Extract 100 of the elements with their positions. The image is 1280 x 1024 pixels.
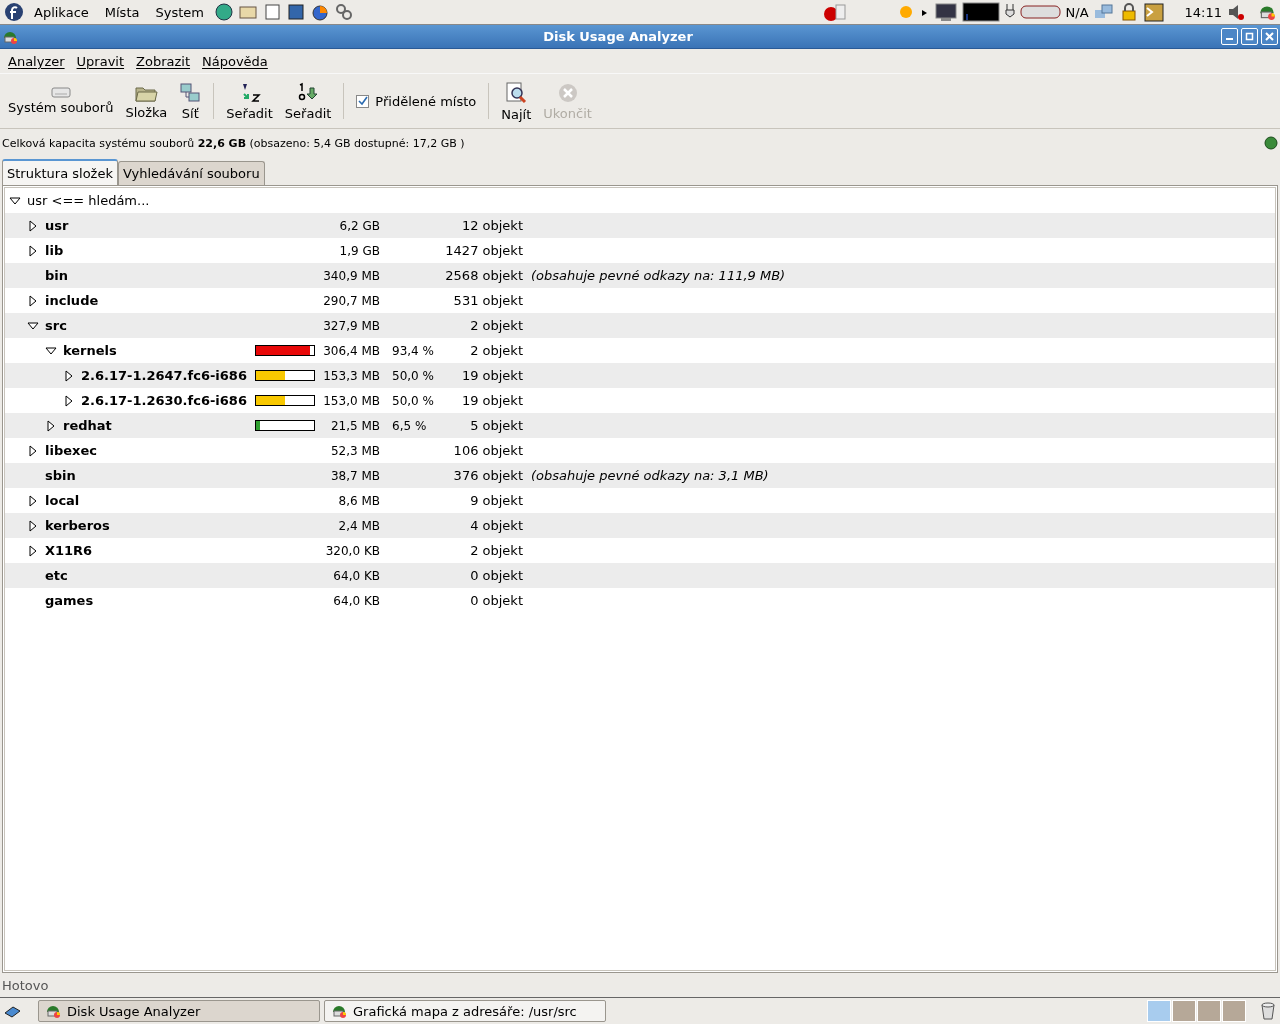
expander-icon[interactable] [63, 369, 75, 382]
expander-icon[interactable] [27, 444, 39, 457]
object-count: 376 objekt [452, 468, 523, 483]
hard-link-note: (obsahuje pevné odkazy na: 111,9 MB) [530, 268, 786, 283]
menu-item[interactable]: Zobrazit [130, 53, 197, 69]
drive-icon [50, 87, 71, 98]
disk-chart-icon [1258, 3, 1276, 21]
menu-item[interactable]: Upravit [70, 53, 131, 69]
speaker-icon [1226, 2, 1246, 22]
folder-name[interactable]: include [45, 293, 99, 308]
expander-icon[interactable] [27, 494, 39, 507]
menu-item[interactable]: Analyzer [2, 53, 71, 69]
expander-icon[interactable] [27, 244, 39, 257]
object-count: 2568 objekt [444, 268, 523, 283]
folder-percent: 50,0 % [392, 368, 434, 383]
folder-size: 38,7 MB [329, 468, 380, 483]
battery-reading: N/A [1065, 4, 1089, 20]
menu-item[interactable]: Nápověda [196, 53, 274, 69]
chart-icon [309, 2, 330, 22]
folder-size: 64,0 KB [332, 593, 380, 608]
folder-name[interactable]: libexec [45, 443, 97, 458]
panel-menu[interactable]: System [149, 4, 210, 20]
folder-size: 153,0 MB [322, 393, 380, 408]
status-text: Hotovo [2, 977, 49, 993]
folder-size: 153,3 MB [322, 368, 380, 383]
folder-name[interactable]: usr [45, 218, 69, 233]
object-count: 19 objekt [460, 368, 523, 383]
expander-icon[interactable] [63, 394, 75, 407]
folder-name[interactable]: games [45, 593, 94, 608]
folder-name[interactable]: src [45, 318, 67, 333]
object-count: 9 objekt [469, 493, 523, 508]
toolbar-button[interactable]: Najít [495, 76, 538, 126]
minimize-button[interactable] [1221, 28, 1238, 45]
toolbar-button[interactable]: Složka [119, 78, 174, 124]
folder-name[interactable]: sbin [45, 468, 76, 483]
checkmark-icon [357, 96, 368, 106]
maximize-button[interactable] [1241, 28, 1258, 45]
folder-name[interactable]: kerberos [45, 518, 110, 533]
expander-icon[interactable] [45, 344, 57, 357]
object-count: 0 objekt [469, 593, 523, 608]
battery-icon [1019, 2, 1062, 22]
hard-link-note: (obsahuje pevné odkazy na: 3,1 MB) [530, 468, 769, 483]
folder-name[interactable]: X11R6 [45, 543, 93, 558]
usage-bar [255, 345, 315, 356]
panel-menu[interactable]: Místa [98, 4, 146, 20]
object-count: 106 objekt [452, 443, 523, 458]
folder-size: 306,4 MB [322, 343, 380, 358]
taskbar-button[interactable]: Disk Usage Analyzer [38, 1000, 320, 1022]
terminal-icon [1142, 2, 1165, 22]
close-icon [556, 81, 579, 104]
expander-icon[interactable] [27, 294, 39, 307]
folder-name[interactable]: lib [45, 243, 64, 258]
folder-name[interactable]: bin [45, 268, 69, 283]
expander-icon[interactable] [27, 219, 39, 232]
toolbar-button[interactable]: Systém souborů [2, 83, 120, 119]
folder-name[interactable]: usr <== hledám... [27, 193, 150, 208]
toolbar-button[interactable]: Seřadit [278, 77, 338, 125]
folder-percent: 50,0 % [392, 393, 434, 408]
folder-size: 320,0 KB [324, 543, 380, 558]
object-count: 4 objekt [469, 518, 523, 533]
folder-name[interactable]: redhat [63, 418, 112, 433]
object-count: 12 objekt [460, 218, 523, 233]
folder-name[interactable]: local [45, 493, 80, 508]
folder-size: 8,6 MB [337, 493, 380, 508]
clock[interactable]: 14:11 [1184, 4, 1222, 20]
panel-menu[interactable]: Aplikace [28, 4, 95, 20]
folder-name[interactable]: 2.6.17-1.2647.fc6-i686 [81, 368, 247, 383]
toolbar-button[interactable]: Seřadit [220, 77, 279, 125]
folder-size: 6,2 GB [338, 218, 380, 233]
tab[interactable]: Vyhledávání souboru [117, 161, 265, 185]
folder-size: 2,4 MB [337, 518, 380, 533]
search-icon [504, 80, 529, 105]
tab[interactable]: Struktura složek [2, 159, 118, 185]
folder-size: 21,5 MB [329, 418, 380, 433]
object-count: 2 objekt [469, 318, 523, 333]
trash-icon [1258, 1001, 1278, 1021]
expander-icon[interactable] [27, 319, 39, 332]
close-button[interactable] [1261, 28, 1278, 45]
network-icon [179, 81, 202, 104]
object-count: 5 objekt [469, 418, 523, 433]
folder-name[interactable]: etc [45, 568, 68, 583]
capacity-info: Celková kapacita systému souborů 22,6 GB (obsazeno: 5,4 GB dostupné: 17,2 GB ) [2, 136, 465, 150]
object-count: 0 objekt [469, 568, 523, 583]
folder-percent: 93,4 % [392, 343, 434, 358]
expander-icon[interactable] [27, 544, 39, 557]
window-title: Disk Usage Analyzer [542, 29, 694, 44]
folder-name[interactable]: kernels [63, 343, 117, 358]
taskbar-button[interactable]: Grafická mapa z adresáře: /usr/src [324, 1000, 606, 1022]
gears-icon [333, 2, 354, 22]
object-count: 531 objekt [452, 293, 523, 308]
expander-icon[interactable] [45, 419, 57, 432]
disk-chart-icon [45, 1003, 61, 1019]
expander-icon[interactable] [27, 519, 39, 532]
toolbar-button[interactable]: Síť [173, 77, 208, 125]
expander-icon[interactable] [9, 194, 21, 207]
folder-size: 1,9 GB [338, 243, 380, 258]
folder-name[interactable]: 2.6.17-1.2630.fc6-i686 [81, 393, 247, 408]
folder-size: 64,0 KB [332, 568, 380, 583]
allocated-space-checkbox[interactable]: Přidělené místo [350, 93, 483, 109]
disk-chart-icon [331, 1003, 347, 1019]
